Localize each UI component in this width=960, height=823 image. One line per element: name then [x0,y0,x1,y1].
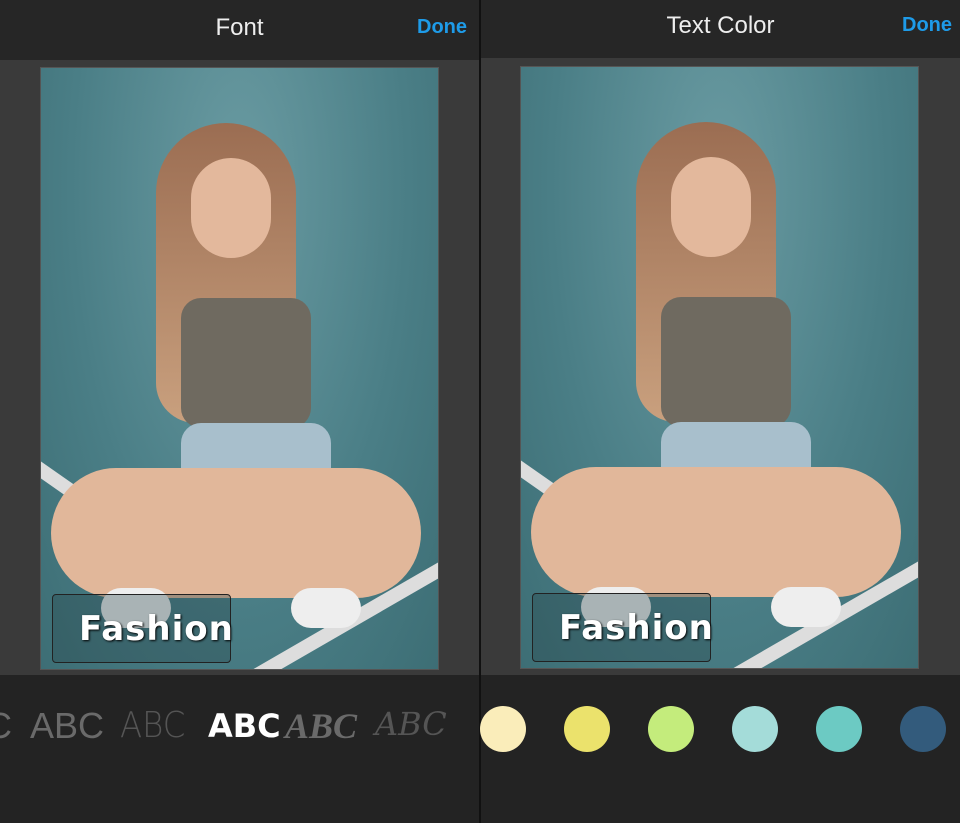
shoe [771,587,841,627]
text-overlay-box[interactable]: Fashion [532,593,714,662]
font-option[interactable]: ABC [375,705,447,743]
photo-subject-face [671,157,751,257]
font-option[interactable]: C [0,705,12,747]
photo-subject-face [191,158,271,258]
panel-title: Font [215,14,264,41]
header: Text Color Done [481,0,960,58]
shoe [291,588,361,628]
overlay-text: Fashion [79,609,234,649]
font-option[interactable]: ABC [30,705,104,747]
color-swatch[interactable] [564,706,610,752]
color-swatch[interactable] [648,706,694,752]
photo-subject-top [661,297,791,427]
color-picker [480,675,960,823]
font-panel: Font Done Fashion C ABC ABC ABC ABC ABC [0,0,479,823]
panel-title: Text Color [666,12,775,39]
done-button[interactable]: Done [417,16,467,39]
text-color-panel: Text Color Done Fashion [480,0,960,823]
font-picker: C ABC ABC ABC ABC ABC [0,675,479,823]
photo-subject-top [181,298,311,428]
text-overlay-box[interactable]: Fashion [52,594,234,663]
done-button[interactable]: Done [902,14,952,37]
photo-subject-legs [531,467,901,597]
photo-canvas[interactable]: Fashion [520,66,919,669]
photo-subject-legs [51,468,421,598]
photo-canvas[interactable]: Fashion [40,67,439,670]
header: Font Done [0,0,479,60]
overlay-text: Fashion [559,608,714,648]
color-swatch[interactable] [480,706,526,752]
font-option[interactable]: ABC [120,705,185,746]
font-option-selected[interactable]: ABC [208,707,281,745]
font-option[interactable]: ABC [285,705,357,747]
color-swatch[interactable] [732,706,778,752]
color-swatch[interactable] [900,706,946,752]
color-swatch[interactable] [816,706,862,752]
